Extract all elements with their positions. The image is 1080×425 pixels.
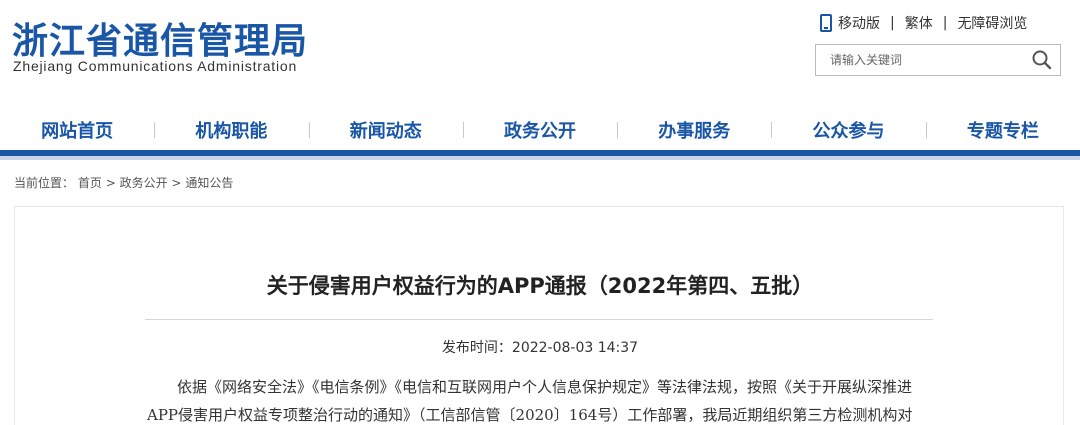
breadcrumb-separator: > (171, 176, 182, 190)
article-paragraph: 依据《网络安全法》《电信条例》《电信和互联网用户个人信息保护规定》等法律法规，按… (147, 378, 913, 424)
breadcrumb-government-affairs[interactable]: 政务公开 (120, 176, 168, 190)
traditional-chinese-link[interactable]: 繁体 (905, 13, 933, 33)
nav-special-topics[interactable]: 专题专栏 (925, 112, 1080, 148)
nav-news[interactable]: 新闻动态 (308, 112, 463, 148)
breadcrumb: 当前位置： 首页 > 政务公开 > 通知公告 (14, 174, 233, 191)
search-input[interactable] (816, 45, 1021, 75)
search-box (815, 44, 1061, 76)
breadcrumb-separator: > (105, 176, 116, 190)
nav-home[interactable]: 网站首页 (0, 112, 154, 148)
nav-public-participation[interactable]: 公众参与 (771, 112, 925, 148)
mobile-version-link[interactable]: 移动版 (838, 13, 880, 33)
site-logo-subtitle: Zhejiang Communications Administration (13, 58, 298, 74)
site-header: 浙江省通信管理局 Zhejiang Communications Adminis… (0, 0, 1080, 100)
top-links: 移动版 | 繁体 | 无障碍浏览 (820, 12, 1027, 34)
breadcrumb-notices[interactable]: 通知公告 (185, 176, 233, 190)
breadcrumb-label: 当前位置： (14, 176, 75, 190)
nav-government-affairs[interactable]: 政务公开 (462, 112, 617, 148)
nav-functions[interactable]: 机构职能 (154, 112, 308, 148)
nav-services[interactable]: 办事服务 (617, 112, 771, 148)
link-separator: | (942, 15, 948, 31)
site-logo-title[interactable]: 浙江省通信管理局 (12, 12, 308, 64)
search-icon (1032, 50, 1052, 70)
publish-time: 发布时间：2022-08-03 14:37 (441, 340, 639, 356)
nav-underline-shadow (0, 156, 1080, 160)
main-nav: 网站首页 机构职能 新闻动态 政务公开 办事服务 公众参与 专题专栏 (0, 112, 1080, 148)
link-separator: | (890, 15, 895, 31)
mobile-phone-icon (820, 14, 832, 32)
search-button[interactable] (1030, 49, 1054, 71)
article-panel: 关于侵害用户权益行为的APP通报（2022年第四、五批） 发布时间：2022-0… (14, 206, 1064, 425)
accessible-browse-link[interactable]: 无障碍浏览 (957, 13, 1027, 33)
article-title: 关于侵害用户权益行为的APP通报（2022年第四、五批） (266, 274, 814, 298)
breadcrumb-home[interactable]: 首页 (78, 176, 102, 190)
title-divider (145, 319, 933, 320)
